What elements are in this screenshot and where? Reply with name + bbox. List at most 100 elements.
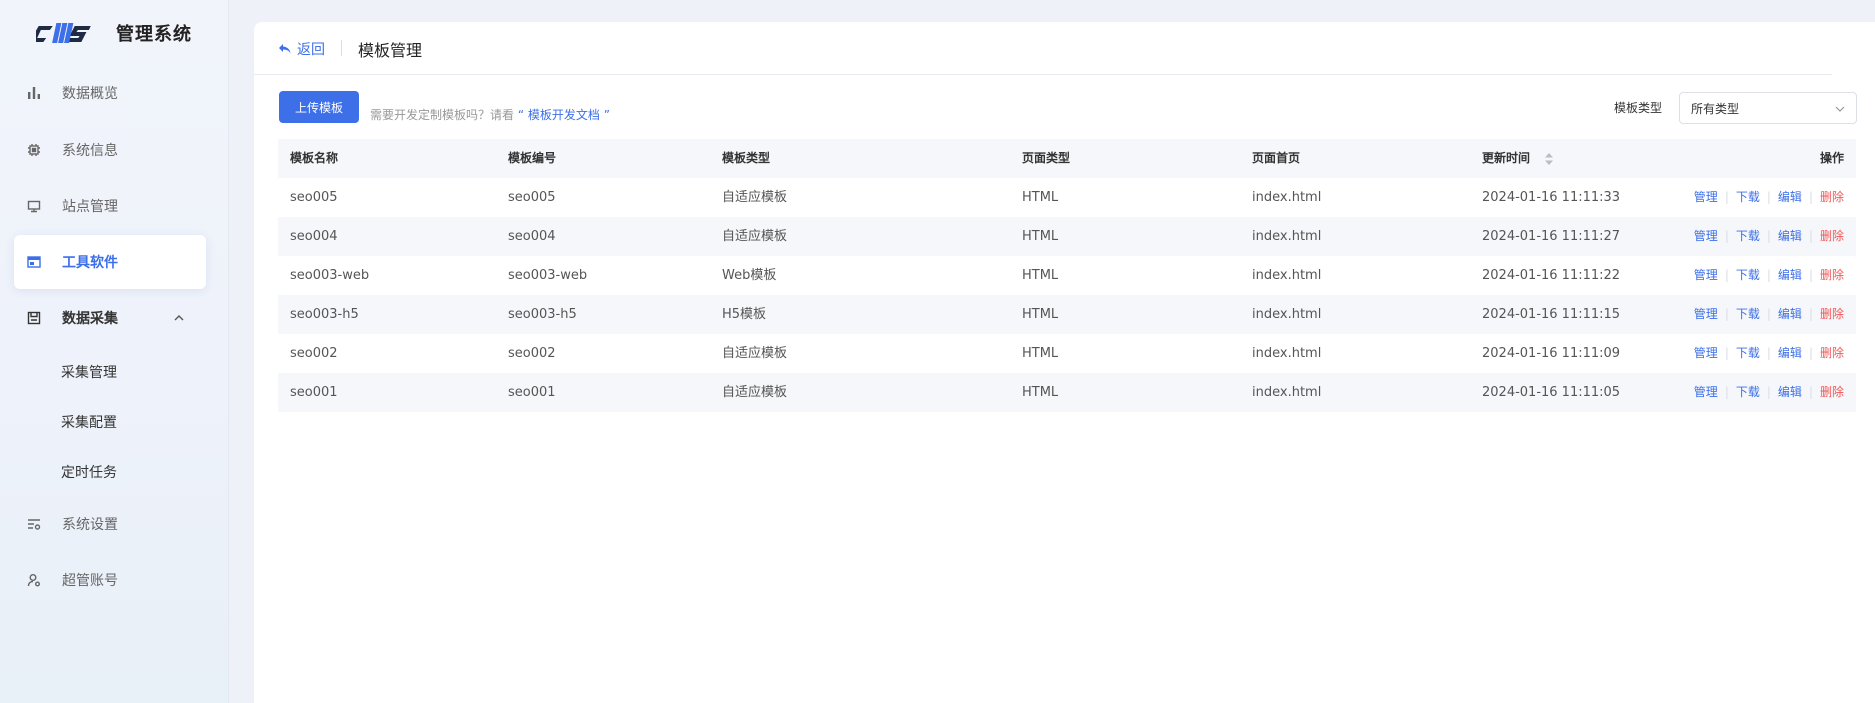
action-divider: | — [1724, 346, 1729, 360]
delete-link[interactable]: 删除 — [1820, 229, 1844, 243]
template-table: 模板名称 模板编号 模板类型 页面类型 页面首页 更新时间 操作 seo005 s… — [278, 139, 1856, 412]
dev-hint: 需要开发定制模板吗？请看 “ 模板开发文档 ” — [370, 106, 610, 123]
page-header: 返回 模板管理 — [254, 22, 1832, 75]
cell-home-page: index.html — [1252, 385, 1322, 400]
action-divider: | — [1724, 268, 1729, 282]
template-type-select-value: 所有类型 — [1691, 101, 1740, 116]
cell-template-code: seo001 — [508, 385, 556, 400]
sidebar-item-site-management[interactable]: 站点管理 — [14, 179, 206, 233]
sidebar-subitem-collect-management[interactable]: 采集管理 — [61, 362, 117, 382]
sidebar-item-system-info[interactable]: 系统信息 — [14, 123, 206, 177]
download-link[interactable]: 下载 — [1736, 346, 1760, 360]
column-header-updated-label: 更新时间 — [1482, 151, 1531, 165]
cell-updated-time: 2024-01-16 11:11:09 — [1482, 346, 1621, 361]
sidebar-item-data-overview[interactable]: 数据概览 — [14, 66, 206, 120]
cell-template-name: seo001 — [290, 385, 338, 400]
column-header-home: 页面首页 — [1252, 151, 1301, 165]
cell-home-page: index.html — [1252, 190, 1322, 205]
cell-template-code: seo003-h5 — [508, 307, 577, 322]
cell-template-type: 自适应模板 — [722, 229, 788, 244]
manage-link[interactable]: 管理 — [1694, 229, 1718, 243]
edit-link[interactable]: 编辑 — [1778, 229, 1802, 243]
action-divider: | — [1766, 385, 1771, 399]
sidebar-item-label: 工具软件 — [62, 255, 118, 271]
row-actions: 管理 | 下载 | 编辑 | 删除 — [1694, 217, 1844, 256]
cell-template-type: 自适应模板 — [722, 346, 788, 361]
table-row: seo005 seo005 自适应模板 HTML index.html 2024-01-1… — [278, 178, 1856, 217]
back-arrow-icon — [279, 44, 291, 54]
template-type-select[interactable]: 所有类型 — [1679, 92, 1857, 124]
sidebar-subitem-scheduled-tasks[interactable]: 定时任务 — [61, 462, 117, 482]
upload-template-button[interactable]: 上传模板 — [279, 91, 359, 123]
cell-updated-time: 2024-01-16 11:11:05 — [1482, 385, 1621, 400]
cms-logo — [36, 23, 91, 43]
download-link[interactable]: 下载 — [1736, 229, 1760, 243]
row-actions: 管理 | 下载 | 编辑 | 删除 — [1694, 178, 1844, 217]
download-link[interactable]: 下载 — [1736, 190, 1760, 204]
edit-link[interactable]: 编辑 — [1778, 190, 1802, 204]
brand-title: 管理系统 — [116, 24, 192, 45]
delete-link[interactable]: 删除 — [1820, 385, 1844, 399]
cell-template-name: seo005 — [290, 190, 338, 205]
cell-updated-time: 2024-01-16 11:11:33 — [1482, 190, 1621, 205]
action-divider: | — [1724, 385, 1729, 399]
delete-link[interactable]: 删除 — [1820, 346, 1844, 360]
edit-link[interactable]: 编辑 — [1778, 346, 1802, 360]
action-divider: | — [1766, 268, 1771, 282]
manage-link[interactable]: 管理 — [1694, 268, 1718, 282]
download-link[interactable]: 下载 — [1736, 307, 1760, 321]
monitor-icon — [26, 198, 42, 214]
edit-link[interactable]: 编辑 — [1778, 268, 1802, 282]
back-label: 返回 — [297, 42, 325, 58]
page-title: 模板管理 — [358, 41, 423, 60]
cell-page-type: HTML — [1022, 229, 1059, 244]
download-link[interactable]: 下载 — [1736, 268, 1760, 282]
action-divider: | — [1808, 229, 1813, 243]
row-actions: 管理 | 下载 | 编辑 | 删除 — [1694, 295, 1844, 334]
sidebar-item-super-admin[interactable]: 超管账号 — [14, 553, 206, 607]
cell-page-type: HTML — [1022, 307, 1059, 322]
row-actions: 管理 | 下载 | 编辑 | 删除 — [1694, 334, 1844, 373]
sidebar-subitem-collect-config[interactable]: 采集配置 — [61, 412, 117, 432]
manage-link[interactable]: 管理 — [1694, 307, 1718, 321]
chevron-down-icon — [1835, 106, 1845, 112]
action-divider: | — [1724, 307, 1729, 321]
settings-list-icon — [26, 516, 42, 532]
sort-icon[interactable] — [1544, 152, 1554, 166]
sidebar-item-label: 超管账号 — [62, 573, 118, 589]
sidebar-item-data-collection[interactable]: 数据采集 — [14, 291, 206, 345]
sidebar-item-system-settings[interactable]: 系统设置 — [14, 497, 206, 551]
template-doc-link[interactable]: “ 模板开发文档 ” — [518, 108, 610, 122]
manage-link[interactable]: 管理 — [1694, 385, 1718, 399]
sidebar-item-tools[interactable]: 工具软件 — [14, 235, 206, 289]
table-row: seo001 seo001 自适应模板 HTML index.html 2024-01-1… — [278, 373, 1856, 412]
delete-link[interactable]: 删除 — [1820, 307, 1844, 321]
edit-link[interactable]: 编辑 — [1778, 307, 1802, 321]
action-divider: | — [1766, 307, 1771, 321]
cell-template-code: seo005 — [508, 190, 556, 205]
manage-link[interactable]: 管理 — [1694, 346, 1718, 360]
sidebar: 管理系统 数据概览 系统信息 站点管理 工具软件 数据采集 采集管理 采集配置 … — [0, 0, 229, 703]
cell-template-name: seo003-h5 — [290, 307, 359, 322]
main-panel: 返回 模板管理 上传模板 需要开发定制模板吗？请看 “ 模板开发文档 ” 模板类… — [254, 22, 1875, 703]
back-button[interactable]: 返回 — [278, 39, 325, 59]
action-divider: | — [1808, 190, 1813, 204]
cell-template-type: 自适应模板 — [722, 385, 788, 400]
action-divider: | — [1724, 229, 1729, 243]
action-divider: | — [1766, 190, 1771, 204]
edit-link[interactable]: 编辑 — [1778, 385, 1802, 399]
action-divider: | — [1766, 229, 1771, 243]
action-divider: | — [1808, 307, 1813, 321]
action-divider: | — [1808, 385, 1813, 399]
chip-icon — [26, 142, 42, 158]
cell-template-code: seo003-web — [508, 268, 588, 283]
download-link[interactable]: 下载 — [1736, 385, 1760, 399]
cell-page-type: HTML — [1022, 190, 1059, 205]
cell-updated-time: 2024-01-16 11:11:22 — [1482, 268, 1621, 283]
column-header-updated[interactable]: 更新时间 — [1482, 139, 1554, 178]
manage-link[interactable]: 管理 — [1694, 190, 1718, 204]
delete-link[interactable]: 删除 — [1820, 190, 1844, 204]
delete-link[interactable]: 删除 — [1820, 268, 1844, 282]
cell-template-type: 自适应模板 — [722, 190, 788, 205]
dev-hint-text: 需要开发定制模板吗？请看 — [370, 108, 515, 122]
